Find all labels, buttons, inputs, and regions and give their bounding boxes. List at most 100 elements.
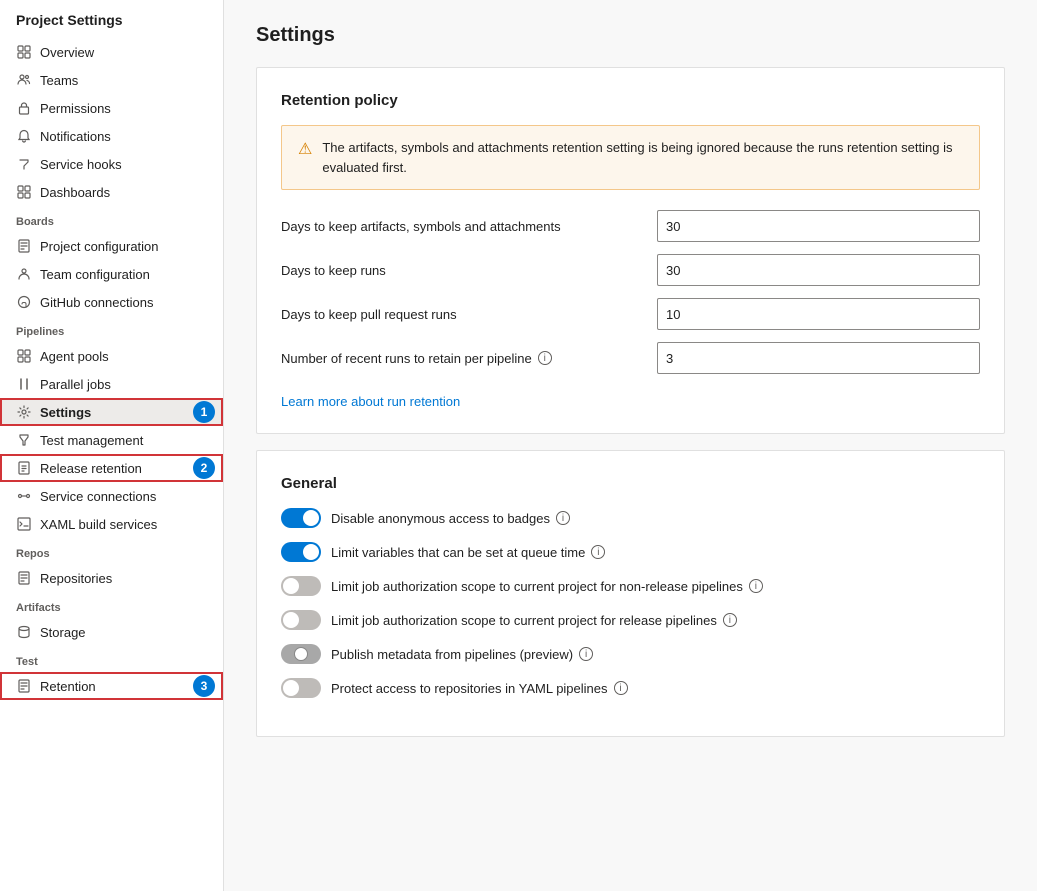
warning-icon: ⚠ — [298, 139, 312, 159]
toggle-anonymous-badges[interactable] — [281, 508, 321, 528]
sidebar-item-team-config[interactable]: Team configuration — [0, 260, 223, 288]
sidebar-item-project-config[interactable]: Project configuration — [0, 232, 223, 260]
parallel-icon — [16, 376, 32, 392]
input-recent-runs[interactable] — [657, 342, 980, 374]
sidebar-item-label: Teams — [40, 73, 78, 88]
toggle-track[interactable] — [281, 678, 321, 698]
doc-icon — [16, 238, 32, 254]
toggle-track[interactable] — [281, 542, 321, 562]
sidebar-item-label: Retention — [40, 679, 96, 694]
sidebar-item-label: Settings — [40, 405, 91, 420]
toggle-row-limit-auth-nonrelease: Limit job authorization scope to current… — [281, 576, 980, 596]
form-label-pr-runs: Days to keep pull request runs — [281, 307, 641, 322]
artifacts-section-label: Artifacts — [0, 592, 223, 618]
sidebar-item-label: Team configuration — [40, 267, 150, 282]
general-section-title: General — [281, 475, 980, 492]
form-label-recent-runs: Number of recent runs to retain per pipe… — [281, 351, 641, 366]
warning-text: The artifacts, symbols and attachments r… — [322, 138, 963, 177]
sidebar-item-dashboards[interactable]: Dashboards — [0, 178, 223, 206]
toggle-track[interactable] — [281, 644, 321, 664]
sidebar-item-agent-pools[interactable]: Agent pools — [0, 342, 223, 370]
toggle-track[interactable] — [281, 508, 321, 528]
input-days-runs[interactable] — [657, 254, 980, 286]
retention-icon — [16, 678, 32, 694]
storage-icon — [16, 624, 32, 640]
github-icon — [16, 294, 32, 310]
agent-icon — [16, 348, 32, 364]
toggle-track[interactable] — [281, 576, 321, 596]
pipelines-section-label: Pipelines — [0, 316, 223, 342]
sidebar-title: Project Settings — [0, 0, 223, 38]
toggle-label-publish-metadata: Publish metadata from pipelines (preview… — [331, 647, 593, 662]
sidebar-item-teams[interactable]: Teams — [0, 66, 223, 94]
input-days-pr-runs[interactable] — [657, 298, 980, 330]
sidebar-item-release-retention[interactable]: Release retention 2 — [0, 454, 223, 482]
limit-variables-info-icon[interactable]: i — [591, 545, 605, 559]
sidebar-item-service-connections[interactable]: Service connections — [0, 482, 223, 510]
toggle-row-protect-repos: Protect access to repositories in YAML p… — [281, 678, 980, 698]
sidebar-item-label: Agent pools — [40, 349, 109, 364]
limit-auth-release-info-icon[interactable]: i — [723, 613, 737, 627]
sidebar-item-label: Service hooks — [40, 157, 122, 172]
sidebar-item-label: Parallel jobs — [40, 377, 111, 392]
toggle-protect-repos[interactable] — [281, 678, 321, 698]
input-days-artifacts[interactable] — [657, 210, 980, 242]
sidebar-item-parallel-jobs[interactable]: Parallel jobs — [0, 370, 223, 398]
form-row-recent-runs: Number of recent runs to retain per pipe… — [281, 342, 980, 374]
learn-more-link[interactable]: Learn more about run retention — [281, 394, 460, 409]
toggle-label-protect-repos: Protect access to repositories in YAML p… — [331, 681, 628, 696]
form-row-runs: Days to keep runs — [281, 254, 980, 286]
gear-icon — [16, 404, 32, 420]
sidebar-item-overview[interactable]: Overview — [0, 38, 223, 66]
sidebar-item-xaml[interactable]: XAML build services — [0, 510, 223, 538]
retention-policy-card: Retention policy ⚠ The artifacts, symbol… — [256, 67, 1005, 434]
sidebar-item-permissions[interactable]: Permissions — [0, 94, 223, 122]
toggle-track[interactable] — [281, 610, 321, 630]
form-label-runs: Days to keep runs — [281, 263, 641, 278]
sidebar-item-storage[interactable]: Storage — [0, 618, 223, 646]
sidebar-item-repositories[interactable]: Repositories — [0, 564, 223, 592]
limit-auth-nonrelease-info-icon[interactable]: i — [749, 579, 763, 593]
sidebar-item-test-management[interactable]: Test management — [0, 426, 223, 454]
sidebar-item-notifications[interactable]: Notifications — [0, 122, 223, 150]
toggle-row-limit-auth-release: Limit job authorization scope to current… — [281, 610, 980, 630]
toggle-label-limit-auth-nonrelease: Limit job authorization scope to current… — [331, 579, 763, 594]
repo-icon — [16, 570, 32, 586]
toggle-thumb — [283, 680, 299, 696]
toggle-limit-variables[interactable] — [281, 542, 321, 562]
release-icon — [16, 460, 32, 476]
form-row-pr-runs: Days to keep pull request runs — [281, 298, 980, 330]
toggle-thumb — [283, 578, 299, 594]
toggle-row-limit-variables: Limit variables that can be set at queue… — [281, 542, 980, 562]
sidebar-item-github[interactable]: GitHub connections — [0, 288, 223, 316]
toggle-row-publish-metadata: Publish metadata from pipelines (preview… — [281, 644, 980, 664]
sidebar-item-retention[interactable]: Retention 3 — [0, 672, 223, 700]
sidebar-item-service-hooks[interactable]: Service hooks — [0, 150, 223, 178]
test-icon — [16, 432, 32, 448]
toggle-label-limit-variables: Limit variables that can be set at queue… — [331, 545, 605, 560]
general-card: General Disable anonymous access to badg… — [256, 450, 1005, 737]
main-content: Settings Retention policy ⚠ The artifact… — [224, 0, 1037, 891]
form-label-artifacts: Days to keep artifacts, symbols and atta… — [281, 219, 641, 234]
anon-badges-info-icon[interactable]: i — [556, 511, 570, 525]
toggle-label-limit-auth-release: Limit job authorization scope to current… — [331, 613, 737, 628]
lock-icon — [16, 100, 32, 116]
sidebar-item-label: Test management — [40, 433, 143, 448]
sidebar-item-settings[interactable]: Settings 1 — [0, 398, 223, 426]
dashboard-icon — [16, 184, 32, 200]
test-section-label: Test — [0, 646, 223, 672]
form-row-artifacts: Days to keep artifacts, symbols and atta… — [281, 210, 980, 242]
sidebar-item-label: Service connections — [40, 489, 156, 504]
sidebar-item-label: Dashboards — [40, 185, 110, 200]
toggle-limit-auth-release[interactable] — [281, 610, 321, 630]
protect-repos-info-icon[interactable]: i — [614, 681, 628, 695]
sidebar-item-label: Notifications — [40, 129, 111, 144]
warning-banner: ⚠ The artifacts, symbols and attachments… — [281, 125, 980, 190]
sidebar-item-label: Repositories — [40, 571, 112, 586]
recent-runs-info-icon[interactable]: i — [538, 351, 552, 365]
publish-metadata-info-icon[interactable]: i — [579, 647, 593, 661]
sidebar-item-label: GitHub connections — [40, 295, 153, 310]
toggle-limit-auth-nonrelease[interactable] — [281, 576, 321, 596]
badge-3: 3 — [193, 675, 215, 697]
toggle-publish-metadata[interactable] — [281, 644, 321, 664]
